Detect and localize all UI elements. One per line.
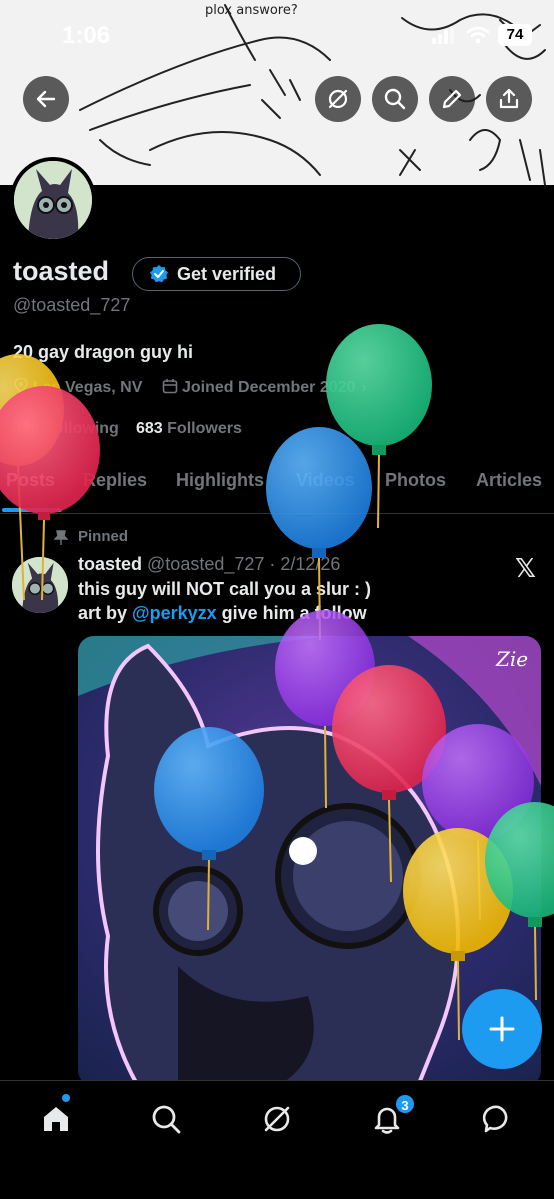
tab-highlights[interactable]: Highlights bbox=[176, 470, 264, 491]
search-icon bbox=[384, 88, 406, 110]
followers-count: 683 bbox=[136, 420, 163, 437]
grok-icon bbox=[328, 89, 348, 109]
tab-articles[interactable]: Articles bbox=[476, 470, 542, 491]
compose-post-button[interactable] bbox=[462, 989, 542, 1069]
followers-label: Followers bbox=[167, 420, 242, 437]
edit-button[interactable] bbox=[429, 76, 475, 122]
profile-tabs: Posts Replies Highlights Videos Photos A… bbox=[0, 458, 554, 514]
back-arrow-icon bbox=[36, 90, 56, 108]
display-name: toasted bbox=[13, 256, 110, 286]
active-tab-indicator bbox=[2, 508, 62, 512]
tab-posts[interactable]: Posts bbox=[6, 470, 55, 491]
following-label: Following bbox=[44, 420, 119, 437]
search-icon bbox=[152, 1105, 181, 1134]
grok-button[interactable] bbox=[315, 76, 361, 122]
home-unread-dot bbox=[62, 1094, 70, 1102]
profile-bio: 20 gay dragon guy hi bbox=[13, 342, 194, 362]
joined-date[interactable]: Joined December 2020 › bbox=[162, 378, 367, 397]
nav-grok[interactable] bbox=[257, 1099, 297, 1139]
nav-messages[interactable] bbox=[478, 1099, 518, 1139]
post-avatar[interactable] bbox=[12, 557, 68, 613]
x-logo-icon: 𝕏 bbox=[515, 553, 536, 583]
location-icon bbox=[14, 377, 28, 395]
post-text-line1: this guy will NOT call you a slur : ) bbox=[78, 579, 372, 599]
search-button[interactable] bbox=[372, 76, 418, 122]
post-header: toasted @toasted_727 · 2/12/26 bbox=[78, 554, 340, 575]
post-text-suffix: give him a follow bbox=[216, 603, 367, 623]
bottom-navigation bbox=[0, 1080, 554, 1199]
joined-text: Joined December 2020 bbox=[182, 379, 356, 396]
following-count: 396 bbox=[13, 420, 40, 437]
tab-photos[interactable]: Photos bbox=[385, 470, 446, 491]
battery-icon: 74 bbox=[498, 24, 532, 46]
back-button[interactable] bbox=[23, 76, 69, 122]
plus-icon bbox=[489, 1016, 515, 1042]
chevron-right-icon: › bbox=[361, 379, 367, 396]
notification-badge: 3 bbox=[394, 1093, 416, 1115]
status-bar: 1:06 74 bbox=[0, 0, 554, 70]
share-icon bbox=[499, 88, 519, 109]
artist-signature: Zie bbox=[495, 647, 528, 671]
status-time: 1:06 bbox=[62, 22, 111, 49]
wifi-icon bbox=[466, 26, 490, 44]
tab-replies[interactable]: Replies bbox=[83, 470, 147, 491]
get-verified-label: Get verified bbox=[177, 263, 277, 284]
post-text-prefix: art by bbox=[78, 603, 133, 623]
avatar-image bbox=[14, 161, 92, 239]
profile-avatar[interactable] bbox=[10, 157, 96, 243]
messages-icon bbox=[482, 1105, 508, 1133]
calendar-icon bbox=[162, 379, 178, 394]
grok-icon bbox=[264, 1106, 290, 1132]
get-verified-button[interactable]: Get verified bbox=[132, 257, 301, 291]
status-icons: 74 bbox=[432, 24, 532, 46]
post-author[interactable]: toasted bbox=[78, 554, 142, 574]
edit-icon bbox=[442, 89, 462, 109]
share-button[interactable] bbox=[486, 76, 532, 122]
tab-videos[interactable]: Videos bbox=[296, 470, 355, 491]
pin-icon bbox=[54, 530, 68, 545]
signal-icon bbox=[432, 26, 454, 44]
home-icon bbox=[44, 1107, 68, 1131]
nav-search[interactable] bbox=[146, 1099, 186, 1139]
location: Las Vegas, NV bbox=[13, 377, 143, 397]
post-avatar-image bbox=[12, 557, 68, 613]
followers-link[interactable]: 683 Followers bbox=[136, 420, 242, 438]
profile-handle: @toasted_727 bbox=[13, 295, 131, 315]
pinned-label: Pinned bbox=[78, 528, 129, 545]
post-handle-date: @toasted_727 · 2/12/26 bbox=[147, 554, 341, 574]
nav-home[interactable] bbox=[36, 1099, 76, 1139]
location-text: Las Vegas, NV bbox=[33, 379, 143, 396]
verified-badge-icon bbox=[150, 265, 168, 283]
post-text-line2: art by @perkyzx give him a follow bbox=[78, 603, 367, 624]
following-link[interactable]: 396 Following bbox=[13, 420, 119, 438]
mention-link[interactable]: @perkyzx bbox=[132, 603, 217, 623]
